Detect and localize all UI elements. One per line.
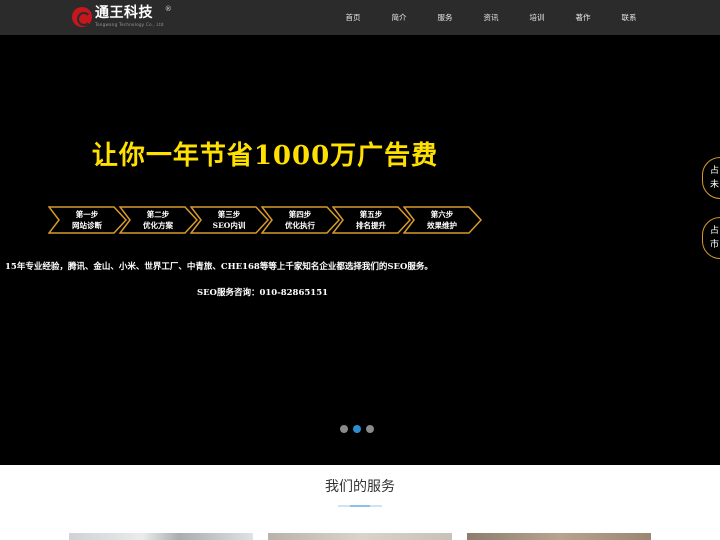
nav-contact[interactable]: 联系 xyxy=(606,0,652,35)
banner-contact: SEO服务咨询：010-82865151 xyxy=(196,288,329,298)
nav-news[interactable]: 资讯 xyxy=(468,0,514,35)
page: 通王科技 Tongwang Technology Co., Ltd ® 首页 简… xyxy=(0,0,720,540)
service-card-2[interactable] xyxy=(268,533,452,540)
service-card-3[interactable] xyxy=(467,533,651,540)
side-badge-text: 占市 xyxy=(710,226,720,250)
step-3: 第三步 SEO内训 xyxy=(190,206,270,234)
brand-name-en: Tongwang Technology Co., Ltd xyxy=(95,22,164,27)
side-badge-1[interactable]: 占未 xyxy=(702,157,720,199)
slider-dot-3[interactable] xyxy=(366,425,374,433)
step-2: 第二步 优化方案 xyxy=(119,206,199,234)
nav-about[interactable]: 简介 xyxy=(376,0,422,35)
banner-headline: 让你一年节省1000万广告费 xyxy=(91,141,439,171)
step-label: 第四步 优化执行 xyxy=(285,210,315,230)
step-6: 第六步 效果维护 xyxy=(403,206,483,234)
side-badge-text: 占未 xyxy=(710,166,720,190)
nav-home[interactable]: 首页 xyxy=(330,0,376,35)
step-1: 第一步 网站诊断 xyxy=(48,206,128,234)
banner-tagline: 15年专业经验，腾讯、金山、小米、世界工厂、中青旅、CHE168等等上千家知名企… xyxy=(5,262,433,272)
heading-underline xyxy=(338,505,382,507)
hero-banner: 让你一年节省1000万广告费 第一步 网站诊断 第二步 优化方案 第三步 SEO内训 … xyxy=(0,35,720,465)
step-4: 第四步 优化执行 xyxy=(261,206,341,234)
step-label: 第一步 网站诊断 xyxy=(72,210,102,230)
step-label: 第三步 SEO内训 xyxy=(212,210,246,230)
logo-mark-icon xyxy=(72,7,92,27)
top-header: 通王科技 Tongwang Technology Co., Ltd ® 首页 简… xyxy=(0,0,720,35)
step-label: 第五步 排名提升 xyxy=(356,210,386,230)
side-badge-2[interactable]: 占市 xyxy=(702,217,720,259)
step-label: 第六步 效果维护 xyxy=(427,210,457,230)
nav-training[interactable]: 培训 xyxy=(514,0,560,35)
slider-dot-1[interactable] xyxy=(340,425,348,433)
services-heading: 我们的服务 xyxy=(325,479,395,495)
nav-services[interactable]: 服务 xyxy=(422,0,468,35)
main-nav: 首页 简介 服务 资讯 培训 著作 联系 xyxy=(330,0,652,35)
brand-name-cn: 通王科技 xyxy=(95,5,153,21)
slider-dot-2[interactable] xyxy=(353,425,361,433)
nav-books[interactable]: 著作 xyxy=(560,0,606,35)
logo-text: 通王科技 Tongwang Technology Co., Ltd xyxy=(95,5,164,27)
step-5: 第五步 排名提升 xyxy=(332,206,412,234)
step-label: 第二步 优化方案 xyxy=(143,210,173,230)
slider-pagination xyxy=(340,425,379,433)
registered-mark: ® xyxy=(164,5,172,13)
brand-logo[interactable]: 通王科技 Tongwang Technology Co., Ltd ® xyxy=(72,5,172,31)
service-card-1[interactable] xyxy=(69,533,253,540)
